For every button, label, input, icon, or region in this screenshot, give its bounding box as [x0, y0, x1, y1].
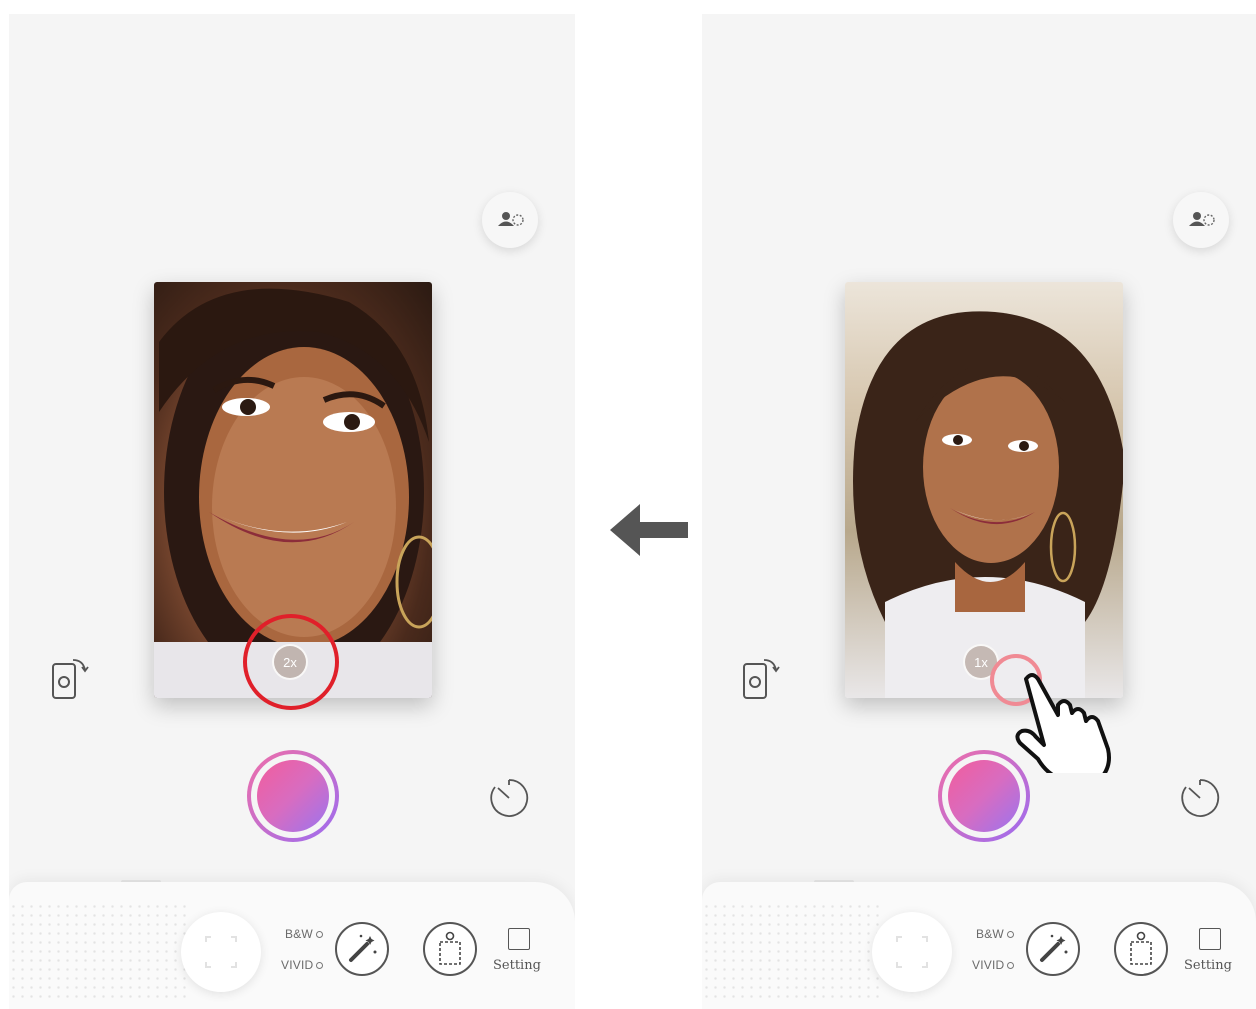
dot-pattern	[9, 902, 189, 1002]
face-beauty-settings-button[interactable]	[482, 192, 538, 248]
camera-preview[interactable]: 1x	[845, 282, 1123, 698]
camera-screen-normal: 1x B&W VIVID Setting	[702, 14, 1256, 1009]
vivid-mode-dot	[1007, 962, 1015, 970]
bw-mode-label: B&W	[976, 927, 1004, 941]
focus-frame-icon	[896, 936, 928, 968]
shutter-inner	[948, 760, 1020, 832]
frame-button[interactable]	[423, 922, 477, 976]
person-settings-icon	[498, 212, 524, 226]
comparison-stage: 2x B&W VIVID Setting 1x B&W VIVID Settin…	[0, 0, 1256, 1009]
rotate-camera-icon	[743, 659, 780, 699]
zoom-highlight-ring	[243, 614, 339, 710]
rotate-camera-icon	[52, 659, 89, 699]
timer-button[interactable]	[1178, 776, 1222, 820]
setting-icon	[508, 928, 530, 950]
dot-pattern	[702, 902, 882, 1002]
vivid-mode-option[interactable]: VIVID	[281, 958, 324, 972]
filter-effects-button[interactable]	[1026, 922, 1080, 976]
bw-mode-label: B&W	[285, 927, 313, 941]
shutter-inner	[257, 760, 329, 832]
timer-icon	[1181, 779, 1220, 817]
setting-button[interactable]: Setting	[1184, 958, 1232, 973]
vivid-mode-label: VIVID	[281, 958, 314, 972]
bottom-control-panel	[702, 882, 1256, 1009]
filter-effects-button[interactable]	[335, 922, 389, 976]
lens-focus-button[interactable]	[872, 912, 952, 992]
setting-icon	[1199, 928, 1221, 950]
bw-mode-option[interactable]: B&W	[976, 927, 1014, 941]
timer-icon	[490, 779, 529, 817]
bw-mode-option[interactable]: B&W	[285, 927, 323, 941]
frame-button[interactable]	[1114, 922, 1168, 976]
camera-screen-zoomed: 2x B&W VIVID Setting	[9, 14, 575, 1009]
vivid-mode-dot	[316, 962, 324, 970]
switch-camera-button[interactable]	[49, 654, 93, 704]
timer-button[interactable]	[487, 776, 531, 820]
face-beauty-settings-button[interactable]	[1173, 192, 1229, 248]
lens-focus-button[interactable]	[181, 912, 261, 992]
vivid-mode-label: VIVID	[972, 958, 1005, 972]
portrait-frame-icon	[1130, 931, 1152, 965]
preview-image	[845, 282, 1123, 698]
vivid-mode-option[interactable]: VIVID	[972, 958, 1015, 972]
shutter-button[interactable]	[247, 750, 339, 842]
switch-camera-button[interactable]	[740, 654, 784, 704]
bottom-control-panel	[9, 882, 575, 1009]
zoom-level-label: 1x	[974, 654, 988, 670]
focus-frame-icon	[205, 936, 237, 968]
bw-mode-dot	[315, 931, 323, 939]
magic-wand-icon	[349, 934, 377, 962]
tapping-hand-icon	[1015, 673, 1111, 773]
bw-mode-dot	[1006, 931, 1014, 939]
back-arrow-icon	[610, 504, 688, 556]
person-settings-icon	[1189, 212, 1215, 226]
setting-button[interactable]: Setting	[493, 958, 541, 973]
magic-wand-icon	[1040, 934, 1068, 962]
portrait-frame-icon	[439, 931, 461, 965]
portrait-wide	[853, 311, 1123, 698]
